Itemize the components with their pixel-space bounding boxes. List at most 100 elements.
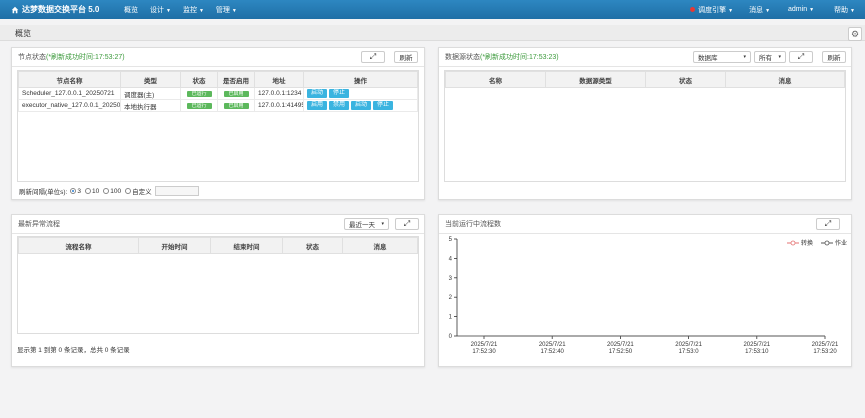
legend-item-job[interactable]: 作业 bbox=[820, 238, 847, 247]
column-header[interactable]: 名称 bbox=[445, 71, 546, 88]
panel-title: 当前运行中流程数 bbox=[445, 221, 501, 228]
panel-title: 节点状态(*刷新成功时间:17:53:27) bbox=[18, 54, 125, 61]
column-header[interactable]: 是否启用 bbox=[217, 71, 255, 88]
panel-header: 数据源状态(*刷新成功时间:17:53:23) 数据库 ▾ 所有 ▾ ⤢ 刷新 bbox=[439, 48, 851, 67]
chevron-down-icon: ▾ bbox=[778, 54, 781, 60]
column-header[interactable]: 消息 bbox=[725, 71, 845, 88]
column-header[interactable]: 地址 bbox=[254, 71, 304, 88]
nav-manage[interactable]: 管理 ▼ bbox=[210, 5, 243, 15]
interval-option[interactable]: 100 bbox=[103, 188, 121, 195]
engine-menu[interactable]: 调度引擎 ▼ bbox=[684, 5, 743, 15]
expand-button[interactable]: ⤢ bbox=[395, 218, 419, 230]
refresh-interval-row: 刷新间隔(单位s): 3 10 100 自定义 bbox=[19, 186, 199, 196]
panel-title: 最新异常流程 bbox=[18, 221, 60, 228]
breadcrumb-bar bbox=[0, 25, 865, 41]
caret-down-icon: ▼ bbox=[765, 7, 771, 14]
exception-flow-table: 流程名称 开始时间 结束时间 状态 消息 bbox=[17, 236, 419, 334]
node-name: Scheduler_127.0.0.1_20250721 bbox=[18, 87, 121, 100]
gear-icon: ⚙ bbox=[850, 29, 860, 39]
caret-down-icon: ▼ bbox=[728, 7, 734, 14]
x-tick-label: 2025/7/21 bbox=[675, 342, 702, 348]
refresh-interval-label: 刷新间隔(单位s): bbox=[19, 189, 68, 196]
help-menu[interactable]: 帮助 ▼ bbox=[828, 5, 865, 15]
datasource-table: 名称 数据源类型 状态 消息 bbox=[444, 70, 846, 182]
column-header[interactable]: 状态 bbox=[282, 237, 343, 254]
x-tick-label: 17:52:30 bbox=[472, 349, 496, 355]
action-button[interactable]: 启动 bbox=[307, 89, 328, 98]
table-header-row: 名称 数据源类型 状态 消息 bbox=[445, 71, 845, 88]
x-tick-label: 17:52:50 bbox=[609, 349, 633, 355]
interval-option[interactable]: 10 bbox=[85, 188, 99, 195]
time-range-select[interactable]: 最近一天 ▾ bbox=[344, 218, 389, 230]
main-nav: 概览 设计 ▼ 监控 ▼ 管理 ▼ bbox=[118, 5, 243, 15]
app-title: 达梦数据交换平台 5.0 bbox=[22, 5, 100, 14]
column-header[interactable]: 类型 bbox=[120, 71, 181, 88]
panel-tools: ⤢ 刷新 bbox=[361, 51, 418, 63]
brand[interactable]: 达梦数据交换平台 5.0 bbox=[0, 4, 118, 15]
legend-item-transform[interactable]: 转换 bbox=[786, 238, 813, 247]
column-header[interactable]: 数据源类型 bbox=[545, 71, 646, 88]
nav-design[interactable]: 设计 ▼ bbox=[144, 5, 177, 15]
caret-down-icon: ▼ bbox=[809, 7, 815, 13]
radio-icon bbox=[85, 188, 92, 194]
engine-status-dot bbox=[690, 7, 696, 13]
y-tick-label: 2 bbox=[449, 295, 453, 301]
running-flows-chart: 0123452025/7/2117:52:302025/7/2117:52:40… bbox=[449, 237, 839, 355]
column-header[interactable]: 开始时间 bbox=[138, 237, 211, 254]
x-tick-label: 17:53:10 bbox=[745, 349, 769, 355]
nav-right: 调度引擎 ▼ 消息 ▼ admin ▼ 帮助 ▼ bbox=[684, 0, 865, 19]
column-header[interactable]: 结束时间 bbox=[210, 237, 283, 254]
node-actions: 启动 停止 bbox=[303, 87, 418, 100]
radio-icon bbox=[70, 188, 77, 194]
refresh-button[interactable]: 刷新 bbox=[394, 51, 418, 63]
y-tick-label: 1 bbox=[449, 315, 453, 321]
nav-monitor[interactable]: 监控 ▼ bbox=[177, 5, 210, 15]
column-header[interactable]: 状态 bbox=[645, 71, 726, 88]
top-navbar: 达梦数据交换平台 5.0 概览 设计 ▼ 监控 ▼ 管理 ▼ 调度引擎 ▼ 消息 ▼ ad… bbox=[0, 0, 865, 19]
enabled-badge: 已启用 bbox=[223, 91, 249, 97]
column-header[interactable]: 节点名称 bbox=[18, 71, 121, 88]
interval-option[interactable]: 3 bbox=[70, 188, 81, 195]
node-type: 调度器(主) bbox=[120, 87, 181, 100]
column-header[interactable]: 流程名称 bbox=[18, 237, 139, 254]
x-tick-label: 2025/7/21 bbox=[471, 342, 498, 348]
line-marker-icon bbox=[786, 240, 799, 245]
expand-icon: ⤢ bbox=[403, 219, 411, 228]
interval-option[interactable]: 自定义 bbox=[125, 186, 152, 196]
chevron-down-icon: ▾ bbox=[743, 54, 746, 60]
column-header[interactable]: 操作 bbox=[303, 71, 418, 88]
y-tick-label: 3 bbox=[449, 276, 453, 282]
expand-button[interactable]: ⤢ bbox=[789, 51, 813, 63]
messages-menu[interactable]: 消息 ▼ bbox=[743, 5, 782, 15]
action-button[interactable]: 启用 bbox=[307, 101, 328, 110]
settings-button[interactable]: ⚙ bbox=[848, 27, 862, 41]
y-tick-label: 5 bbox=[449, 237, 453, 243]
expand-button[interactable]: ⤢ bbox=[816, 218, 840, 230]
status-badge: 已运行 bbox=[186, 91, 212, 97]
page-title: 概览 bbox=[15, 29, 31, 38]
status-badge: 已运行 bbox=[186, 103, 212, 109]
panel-tools: ⤢ bbox=[816, 218, 846, 230]
home-icon bbox=[11, 6, 19, 13]
x-tick-label: 2025/7/21 bbox=[743, 342, 770, 348]
x-tick-label: 17:53:20 bbox=[813, 349, 837, 355]
expand-button[interactable]: ⤢ bbox=[361, 51, 385, 63]
datasource-filter-select[interactable]: 所有 ▾ bbox=[754, 51, 786, 63]
refresh-button[interactable]: 刷新 bbox=[822, 51, 846, 63]
action-button[interactable]: 停止 bbox=[373, 101, 394, 110]
action-button[interactable]: 禁用 bbox=[329, 101, 350, 110]
x-tick-label: 2025/7/21 bbox=[607, 342, 634, 348]
user-menu[interactable]: admin ▼ bbox=[782, 6, 828, 13]
nav-overview[interactable]: 概览 bbox=[118, 5, 144, 15]
action-button[interactable]: 启动 bbox=[351, 101, 372, 110]
custom-interval-input[interactable] bbox=[154, 186, 199, 196]
node-table: 节点名称 类型 状态 是否启用 地址 操作 Scheduler_127.0.0.1_202… bbox=[17, 70, 419, 182]
caret-down-icon: ▼ bbox=[850, 7, 855, 14]
column-header[interactable]: 状态 bbox=[180, 71, 218, 88]
action-button[interactable]: 停止 bbox=[329, 89, 350, 98]
column-header[interactable]: 消息 bbox=[342, 237, 418, 254]
y-tick-label: 0 bbox=[449, 334, 453, 340]
panel-header: 最新异常流程 最近一天 ▾ ⤢ bbox=[12, 215, 424, 234]
datasource-type-select[interactable]: 数据库 ▾ bbox=[693, 51, 751, 63]
panel-header: 节点状态(*刷新成功时间:17:53:27) ⤢ 刷新 bbox=[12, 48, 424, 67]
